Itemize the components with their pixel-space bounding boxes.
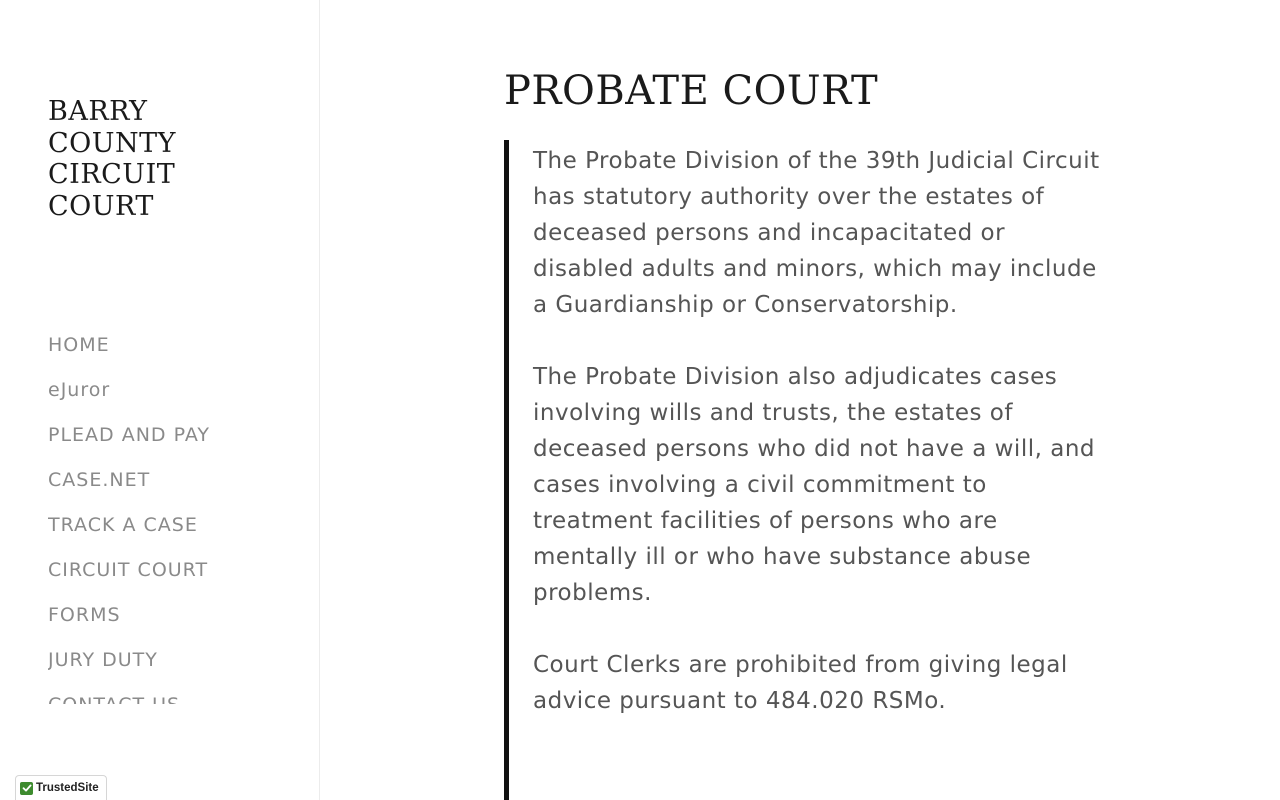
nav-link-home[interactable]: HOME — [48, 334, 110, 356]
blockquote-bar — [504, 140, 509, 800]
page-title: PROBATE COURT — [504, 68, 879, 114]
nav-item-home: HOME — [48, 330, 308, 375]
nav-item-forms: FORMS — [48, 600, 308, 645]
main-nav: HOME eJuror PLEAD AND PAY CASE.NET TRACK… — [48, 330, 308, 704]
nav-link-case-net[interactable]: CASE.NET — [48, 469, 150, 491]
check-icon — [20, 781, 33, 795]
nav-link-circuit-court[interactable]: CIRCUIT COURT — [48, 559, 208, 581]
nav-item-contact-us: CONTACT US — [48, 690, 308, 704]
nav-item-jury-duty: JURY DUTY — [48, 645, 308, 690]
site-title-line: BARRY — [48, 96, 148, 127]
trustedsite-badge[interactable]: TrustedSite — [15, 775, 107, 800]
nav-link-track-a-case[interactable]: TRACK A CASE — [48, 514, 198, 536]
badge-label: TrustedSite — [36, 782, 99, 794]
site-title-link[interactable]: BARRY COUNTY CIRCUIT COURT — [48, 96, 248, 222]
nav-link-forms[interactable]: FORMS — [48, 604, 121, 626]
nav-item-ejuror: eJuror — [48, 375, 308, 420]
nav-item-plead-and-pay: PLEAD AND PAY — [48, 420, 308, 465]
nav-item-circuit-court: CIRCUIT COURT — [48, 555, 308, 600]
nav-link-jury-duty[interactable]: JURY DUTY — [48, 649, 158, 671]
nav-link-ejuror[interactable]: eJuror — [48, 379, 110, 401]
paragraph: The Probate Division also adjudicates ca… — [533, 364, 1095, 606]
nav-link-contact-us[interactable]: CONTACT US — [48, 694, 180, 704]
nav-link-plead-and-pay[interactable]: PLEAD AND PAY — [48, 424, 210, 446]
content-body: The Probate Division of the 39th Judicia… — [533, 143, 1103, 755]
paragraph: The Probate Division of the 39th Judicia… — [533, 148, 1100, 318]
paragraph: Court Clerks are prohibited from giving … — [533, 652, 1068, 714]
nav-item-case-net: CASE.NET — [48, 465, 308, 510]
site-title-line: CIRCUIT — [48, 159, 176, 190]
site-title-line: COURT — [48, 190, 154, 222]
nav-item-track-a-case: TRACK A CASE — [48, 510, 308, 555]
site-title-line: COUNTY — [48, 127, 177, 159]
sidebar: BARRY COUNTY CIRCUIT COURT HOME eJuror P… — [0, 0, 320, 800]
main-content: PROBATE COURT The Probate Division of th… — [321, 0, 1280, 800]
